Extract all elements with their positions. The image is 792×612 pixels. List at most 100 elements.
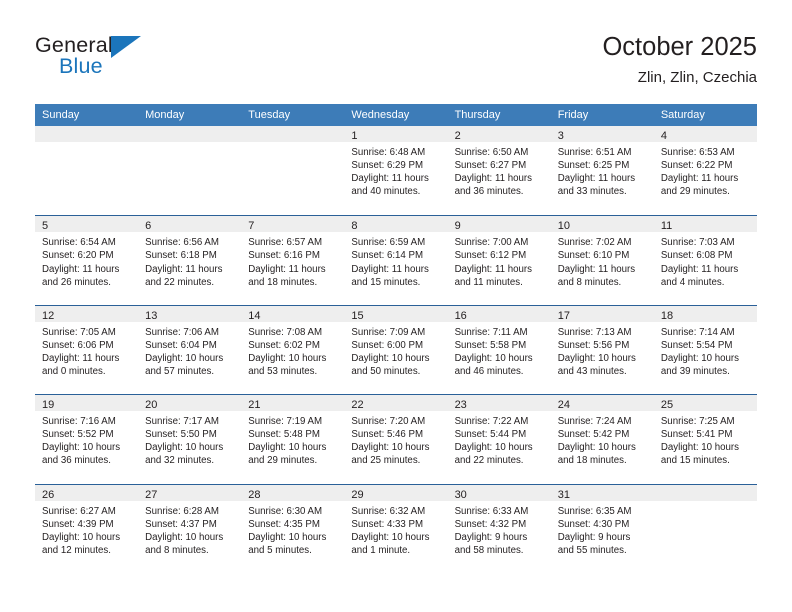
day-details: Sunrise: 7:02 AM Sunset: 6:10 PM Daylight:… [551,232,654,288]
weekday-header-sunday: Sunday [42,109,80,121]
day-detail-line: Sunrise: 7:19 AM [248,416,323,428]
day-number: 29 [351,488,364,501]
day-cell-empty[interactable] [653,484,757,573]
day-detail-line: and 11 minutes. [454,276,523,288]
day-cell-15[interactable]: 15 Sunrise: 7:09 AM Sunset: 6:00 PM Dayligh… [344,305,448,394]
day-details: Sunrise: 7:16 AM Sunset: 5:52 PM Daylight:… [35,411,138,467]
day-cell-23[interactable]: 23 Sunrise: 7:22 AM Sunset: 5:44 PM Dayligh… [447,395,551,483]
day-detail-line: Daylight: 10 hours [454,352,533,364]
weekday-header-tuesday: Tuesday [248,109,291,121]
day-cell-12[interactable]: 12 Sunrise: 7:05 AM Sunset: 6:06 PM Dayligh… [35,305,139,394]
day-cell-28[interactable]: 28 Sunrise: 6:30 AM Sunset: 4:35 PM Dayligh… [241,484,345,573]
page-title: October 2025 [602,33,757,61]
day-detail-line: Sunrise: 7:24 AM [557,416,632,428]
day-cell-empty[interactable] [35,126,139,214]
calendar-page: General Blue October 2025 Zlin, Zlin, Cz… [0,0,792,612]
day-detail-line: and 36 minutes. [454,186,524,198]
day-cell-13[interactable]: 13 Sunrise: 7:06 AM Sunset: 6:04 PM Dayligh… [138,305,242,394]
day-detail-line: and 55 minutes. [557,544,627,556]
day-detail-line: Daylight: 10 hours [145,531,224,543]
day-cell-27[interactable]: 27 Sunrise: 6:28 AM Sunset: 4:37 PM Dayligh… [138,484,242,573]
day-detail-line: Sunrise: 6:53 AM [660,147,735,158]
day-cell-16[interactable]: 16 Sunrise: 7:11 AM Sunset: 5:58 PM Dayligh… [447,305,551,394]
day-details: Sunrise: 7:25 AM Sunset: 5:41 PM Daylight:… [654,411,757,467]
day-number: 13 [145,309,158,322]
day-cell-2[interactable]: 2 Sunrise: 6:50 AM Sunset: 6:27 PM Daylight… [447,126,551,214]
calendar-week-row: 5 Sunrise: 6:54 AM Sunset: 6:20 PM Daylight… [35,215,757,304]
day-detail-line: Daylight: 11 hours [454,173,532,185]
day-details: Sunrise: 6:27 AM Sunset: 4:39 PM Daylight:… [35,501,138,557]
day-detail-line: Sunset: 6:14 PM [351,250,424,262]
day-detail-line: Daylight: 10 hours [557,442,636,454]
day-number: 30 [454,488,467,501]
day-number-strip: 3 [550,126,654,142]
day-cell-3[interactable]: 3 Sunrise: 6:51 AM Sunset: 6:25 PM Daylight… [550,126,654,214]
day-number: 15 [351,309,364,322]
day-cell-6[interactable]: 6 Sunrise: 6:56 AM Sunset: 6:18 PM Daylight… [138,216,242,304]
day-cell-14[interactable]: 14 Sunrise: 7:08 AM Sunset: 6:02 PM Dayligh… [241,305,345,394]
day-number-strip: 27 [138,484,242,501]
day-cell-19[interactable]: 19 Sunrise: 7:16 AM Sunset: 5:52 PM Dayligh… [35,395,139,483]
day-cell-20[interactable]: 20 Sunrise: 7:17 AM Sunset: 5:50 PM Dayligh… [138,395,242,483]
day-cell-1[interactable]: 1 Sunrise: 6:48 AM Sunset: 6:29 PM Daylight… [344,126,448,214]
day-cell-26[interactable]: 26 Sunrise: 6:27 AM Sunset: 4:39 PM Dayligh… [35,484,139,573]
day-detail-line: and 8 minutes. [145,544,209,556]
day-detail-line: and 5 minutes. [248,544,312,556]
day-detail-line: Sunrise: 7:05 AM [42,326,116,338]
day-cell-4[interactable]: 4 Sunrise: 6:53 AM Sunset: 6:22 PM Daylight… [653,126,757,214]
title-block: October 2025 Zlin, Zlin, Czechia [602,32,757,88]
day-cell-8[interactable]: 8 Sunrise: 6:59 AM Sunset: 6:14 PM Daylight… [344,216,448,304]
day-cell-7[interactable]: 7 Sunrise: 6:57 AM Sunset: 6:16 PM Daylight… [241,216,345,304]
day-cell-empty[interactable] [241,126,345,214]
day-detail-line: Sunset: 4:33 PM [351,518,424,530]
day-details: Sunrise: 7:08 AM Sunset: 6:02 PM Daylight:… [241,322,344,378]
day-detail-line: Sunrise: 6:33 AM [454,505,529,517]
day-cell-11[interactable]: 11 Sunrise: 7:03 AM Sunset: 6:08 PM Dayligh… [653,216,757,304]
day-cell-10[interactable]: 10 Sunrise: 7:02 AM Sunset: 6:10 PM Dayligh… [550,216,654,304]
day-number: 4 [660,130,667,142]
day-cell-empty[interactable] [138,126,242,214]
day-cell-22[interactable]: 22 Sunrise: 7:20 AM Sunset: 5:46 PM Dayligh… [344,395,448,483]
day-number-strip: 19 [35,395,139,412]
day-detail-line: Daylight: 11 hours [660,263,739,275]
day-number-strip: 12 [35,305,139,322]
day-number-strip: 23 [447,395,551,412]
day-detail-line: Sunset: 6:02 PM [248,339,320,351]
day-details: Sunrise: 7:19 AM Sunset: 5:48 PM Daylight:… [241,411,344,467]
day-detail-line: and 8 minutes. [557,276,622,288]
day-cell-21[interactable]: 21 Sunrise: 7:19 AM Sunset: 5:48 PM Dayligh… [241,395,345,483]
day-number-strip: 21 [241,395,345,412]
day-cell-31[interactable]: 31 Sunrise: 6:35 AM Sunset: 4:30 PM Dayligh… [550,484,654,573]
day-number: 8 [351,220,358,233]
day-detail-line: Sunrise: 7:08 AM [248,326,323,338]
day-number-strip: 7 [241,216,345,233]
day-cell-18[interactable]: 18 Sunrise: 7:14 AM Sunset: 5:54 PM Dayligh… [653,305,757,394]
day-detail-line: and 15 minutes. [351,276,421,288]
day-number-strip: 28 [241,484,345,501]
day-cell-5[interactable]: 5 Sunrise: 6:54 AM Sunset: 6:20 PM Daylight… [35,216,139,304]
day-details: Sunrise: 7:24 AM Sunset: 5:42 PM Daylight:… [551,411,654,467]
day-cell-30[interactable]: 30 Sunrise: 6:33 AM Sunset: 4:32 PM Dayligh… [447,484,551,573]
day-detail-line: Sunrise: 7:20 AM [351,416,426,428]
day-cell-25[interactable]: 25 Sunrise: 7:25 AM Sunset: 5:41 PM Dayligh… [653,395,757,483]
day-number-strip [35,126,139,142]
day-number-strip: 13 [138,305,242,322]
day-detail-line: Daylight: 11 hours [248,263,326,275]
day-cell-29[interactable]: 29 Sunrise: 6:32 AM Sunset: 4:33 PM Dayligh… [344,484,448,573]
day-detail-line: Sunrise: 7:09 AM [351,326,426,338]
day-cell-9[interactable]: 9 Sunrise: 7:00 AM Sunset: 6:12 PM Daylight… [447,216,551,304]
day-detail-line: and 26 minutes. [42,276,111,288]
day-detail-line: Sunset: 6:12 PM [454,250,527,262]
day-detail-line: Sunset: 5:56 PM [557,339,630,351]
day-detail-line: Daylight: 10 hours [351,352,430,364]
generalblue-logo[interactable]: General Blue [35,33,265,85]
day-detail-line: and 58 minutes. [454,544,524,556]
day-detail-line: Sunset: 6:20 PM [42,250,114,262]
day-cell-24[interactable]: 24 Sunrise: 7:24 AM Sunset: 5:42 PM Dayligh… [550,395,654,483]
day-number-strip: 14 [241,305,345,322]
day-detail-line: Sunset: 5:41 PM [660,429,733,441]
day-detail-line: Sunset: 5:48 PM [248,429,320,441]
day-detail-line: Daylight: 10 hours [454,442,533,454]
day-details: Sunrise: 7:14 AM Sunset: 5:54 PM Daylight:… [654,322,757,378]
day-cell-17[interactable]: 17 Sunrise: 7:13 AM Sunset: 5:56 PM Dayligh… [550,305,654,394]
